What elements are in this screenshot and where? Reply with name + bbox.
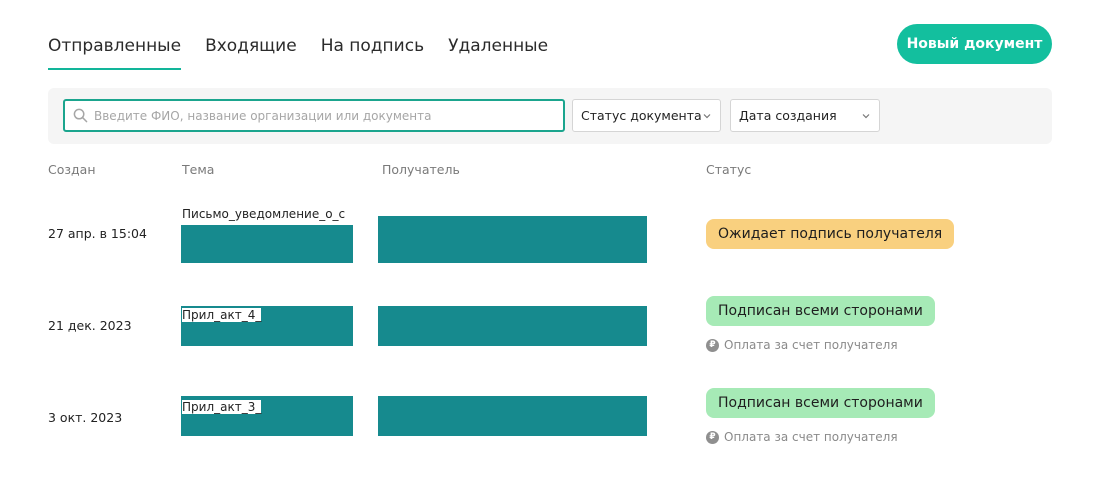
document-tabs: Отправленные Входящие На подпись Удаленн…: [48, 36, 572, 70]
subject-text: Прил_акт_4_: [182, 308, 262, 322]
redacted-subject-block: [181, 225, 353, 263]
redacted-recipient-block: [378, 306, 647, 346]
created-date: 27 апр. в 15:04: [48, 226, 147, 241]
new-document-button[interactable]: Новый документ: [897, 24, 1052, 64]
payment-note: ₽ Оплата за счет получателя: [706, 338, 898, 352]
table-row[interactable]: 27 апр. в 15:04 Письмо_уведомление_о_с О…: [0, 195, 1100, 275]
chevron-down-icon: [703, 113, 711, 118]
tab-sent[interactable]: Отправленные: [48, 36, 182, 70]
status-badge: Подписан всеми сторонами: [706, 388, 935, 418]
date-filter-select[interactable]: Дата создания: [730, 99, 880, 132]
table-row[interactable]: 3 окт. 2023 Прил_акт_3_ Подписан всеми с…: [0, 380, 1100, 460]
search-input[interactable]: [94, 108, 563, 123]
column-header-recipient: Получатель: [382, 162, 460, 177]
table-row[interactable]: 21 дек. 2023 Прил_акт_4_ Подписан всеми …: [0, 288, 1100, 368]
subject-text: Письмо_уведомление_о_с: [182, 207, 346, 221]
column-header-created[interactable]: Создан: [48, 162, 96, 177]
status-filter-select[interactable]: Статус документа: [572, 99, 721, 132]
redacted-recipient-block: [378, 396, 647, 436]
tab-inbox[interactable]: Входящие: [205, 36, 297, 70]
tab-to-sign[interactable]: На подпись: [321, 36, 424, 70]
column-header-subject: Тема: [182, 162, 215, 177]
payment-text: Оплата за счет получателя: [724, 338, 898, 352]
tab-deleted[interactable]: Удаленные: [448, 36, 548, 70]
status-badge: Ожидает подпись получателя: [706, 219, 955, 249]
ruble-icon: ₽: [706, 338, 719, 352]
date-filter-label: Дата создания: [739, 108, 837, 123]
column-header-status: Статус: [706, 162, 752, 177]
created-date: 3 окт. 2023: [48, 410, 123, 425]
ruble-icon: ₽: [706, 430, 719, 444]
search-icon: [73, 108, 88, 123]
redacted-recipient-block: [378, 216, 647, 263]
payment-text: Оплата за счет получателя: [724, 430, 898, 444]
status-filter-label: Статус документа: [581, 108, 702, 123]
created-date: 21 дек. 2023: [48, 318, 132, 333]
payment-note: ₽ Оплата за счет получателя: [706, 430, 898, 444]
filter-bar: Статус документа Дата создания: [48, 88, 1052, 144]
chevron-down-icon: [862, 113, 870, 118]
search-box: [63, 99, 565, 132]
subject-text: Прил_акт_3_: [182, 400, 262, 414]
status-badge: Подписан всеми сторонами: [706, 296, 935, 326]
